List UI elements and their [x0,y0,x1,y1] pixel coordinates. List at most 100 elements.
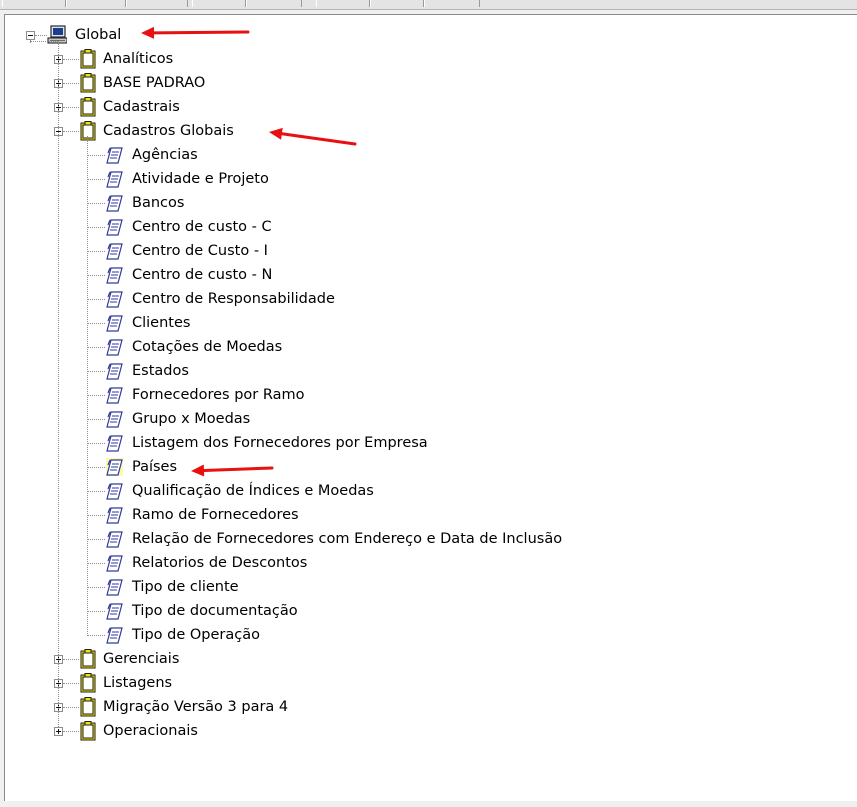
tree-connector-line [63,659,79,660]
toolbar-segment [66,0,126,7]
tree-connector-line [63,683,79,684]
tree-connector-line [87,539,105,540]
tree-connector-line [87,155,105,156]
tree-report-node[interactable]: Centro de Custo - I [130,241,270,261]
toolbar-segment [2,0,66,7]
tree-report-node[interactable]: Qualificação de Índices e Moedas [130,481,376,501]
tree-report-node[interactable]: Centro de custo - N [130,265,274,285]
tree-report-node[interactable]: Países [130,457,179,477]
toolbar-segment [126,0,188,7]
tree-report-node[interactable]: Tipo de cliente [130,577,241,597]
tree-connector-line [87,467,105,468]
tree-connector-line [30,41,58,42]
computer-icon [47,25,67,44]
tree-connector-line [63,731,79,732]
report-sheet-icon [106,363,123,380]
report-sheet-icon [106,507,123,524]
clipboard-folder-icon [80,73,96,93]
tree-connector-line [87,563,105,564]
report-sheet-icon [106,315,123,332]
tree-connector-line [87,443,105,444]
clipboard-folder-icon [80,97,96,117]
report-sheet-icon [106,411,123,428]
tree-report-node[interactable]: Tipo de Operação [130,625,262,645]
clipboard-folder-icon [80,673,96,693]
report-sheet-icon [106,555,123,572]
tree-folder-node[interactable]: Operacionais [101,721,200,741]
tree-report-node[interactable]: Centro de Responsabilidade [130,289,337,309]
expand-folder-toggle[interactable] [54,727,63,736]
tree-folder-node[interactable]: BASE PADRAO [101,73,207,93]
toolbar-segment [246,0,302,7]
tree-folder-node[interactable]: Analíticos [101,49,175,69]
report-sheet-icon [106,603,123,620]
annotation-arrow [269,127,357,146]
tree-report-node[interactable]: Bancos [130,193,186,213]
tree-report-node[interactable]: Centro de custo - C [130,217,274,237]
tree-report-node[interactable]: Fornecedores por Ramo [130,385,307,405]
tree-connector-line [87,275,105,276]
tree-report-node[interactable]: Relação de Fornecedores com Endereço e D… [130,529,564,549]
tree-folder-node[interactable]: Migração Versão 3 para 4 [101,697,290,717]
report-sheet-icon [106,267,123,284]
tree-view-panel[interactable]: Global Analíticos BASE PADRAO Cadastrais Cad… [4,14,857,802]
toolbar-segment [370,0,424,7]
tree-report-node[interactable]: Grupo x Moedas [130,409,252,429]
report-sheet-icon [106,243,123,260]
tree-connector-line [87,611,105,612]
report-sheet-icon [106,339,123,356]
report-sheet-icon [106,387,123,404]
tree-connector-line [87,251,105,252]
report-sheet-icon [106,579,123,596]
tree-folder-node[interactable]: Listagens [101,673,174,693]
tree-connector-line [87,136,88,636]
tree-folder-node[interactable]: Cadastrais [101,97,182,117]
collapse-global-toggle[interactable] [26,31,35,40]
tree-folder-node[interactable]: Cadastros Globais [101,121,236,141]
tree-connector-line [87,179,105,180]
toolbar-segment [192,0,246,7]
tree-connector-line [63,59,79,60]
report-tree: Global Analíticos BASE PADRAO Cadastrais Cad… [5,15,857,801]
tree-connector-line [63,107,79,108]
report-sheet-icon [106,627,123,644]
tree-connector-line [87,635,105,636]
tree-connector-line [87,227,105,228]
tree-report-node[interactable]: Tipo de documentação [130,601,300,621]
toolbar-segment [424,0,480,7]
tree-connector-line [63,83,79,84]
tree-connector-line [87,395,105,396]
clipboard-folder-icon [80,721,96,741]
tree-report-node[interactable]: Relatorios de Descontos [130,553,309,573]
tree-report-node[interactable]: Listagem dos Fornecedores por Empresa [130,433,430,453]
toolbar-segment [316,0,370,7]
tree-report-node[interactable]: Agências [130,145,200,165]
tree-report-node[interactable]: Cotações de Moedas [130,337,284,357]
report-sheet-icon [106,291,123,308]
report-sheet-icon [106,147,123,164]
tree-report-node[interactable]: Estados [130,361,191,381]
status-strip [0,801,857,807]
tree-connector-line [87,491,105,492]
clipboard-folder-icon [80,697,96,717]
tree-report-node[interactable]: Clientes [130,313,192,333]
tree-connector-line [87,203,105,204]
tree-connector-line [63,707,79,708]
annotation-arrow [191,464,274,477]
tree-connector-line [87,515,105,516]
tree-connector-line [87,323,105,324]
tree-connector-line [87,347,105,348]
tree-connector-line [87,371,105,372]
report-sheet-icon [106,219,123,236]
tree-folder-node[interactable]: Gerenciais [101,649,181,669]
tree-report-node[interactable]: Atividade e Projeto [130,169,271,189]
tree-connector-line [35,35,47,36]
tree-report-node[interactable]: Ramo de Fornecedores [130,505,301,525]
tree-connector-line [87,587,105,588]
report-sheet-icon [106,171,123,188]
clipboard-folder-icon [80,649,96,669]
report-sheet-icon [106,531,123,548]
tree-node-global[interactable]: Global [73,25,123,45]
tree-connector-line [58,41,59,727]
tree-connector-line [87,419,105,420]
